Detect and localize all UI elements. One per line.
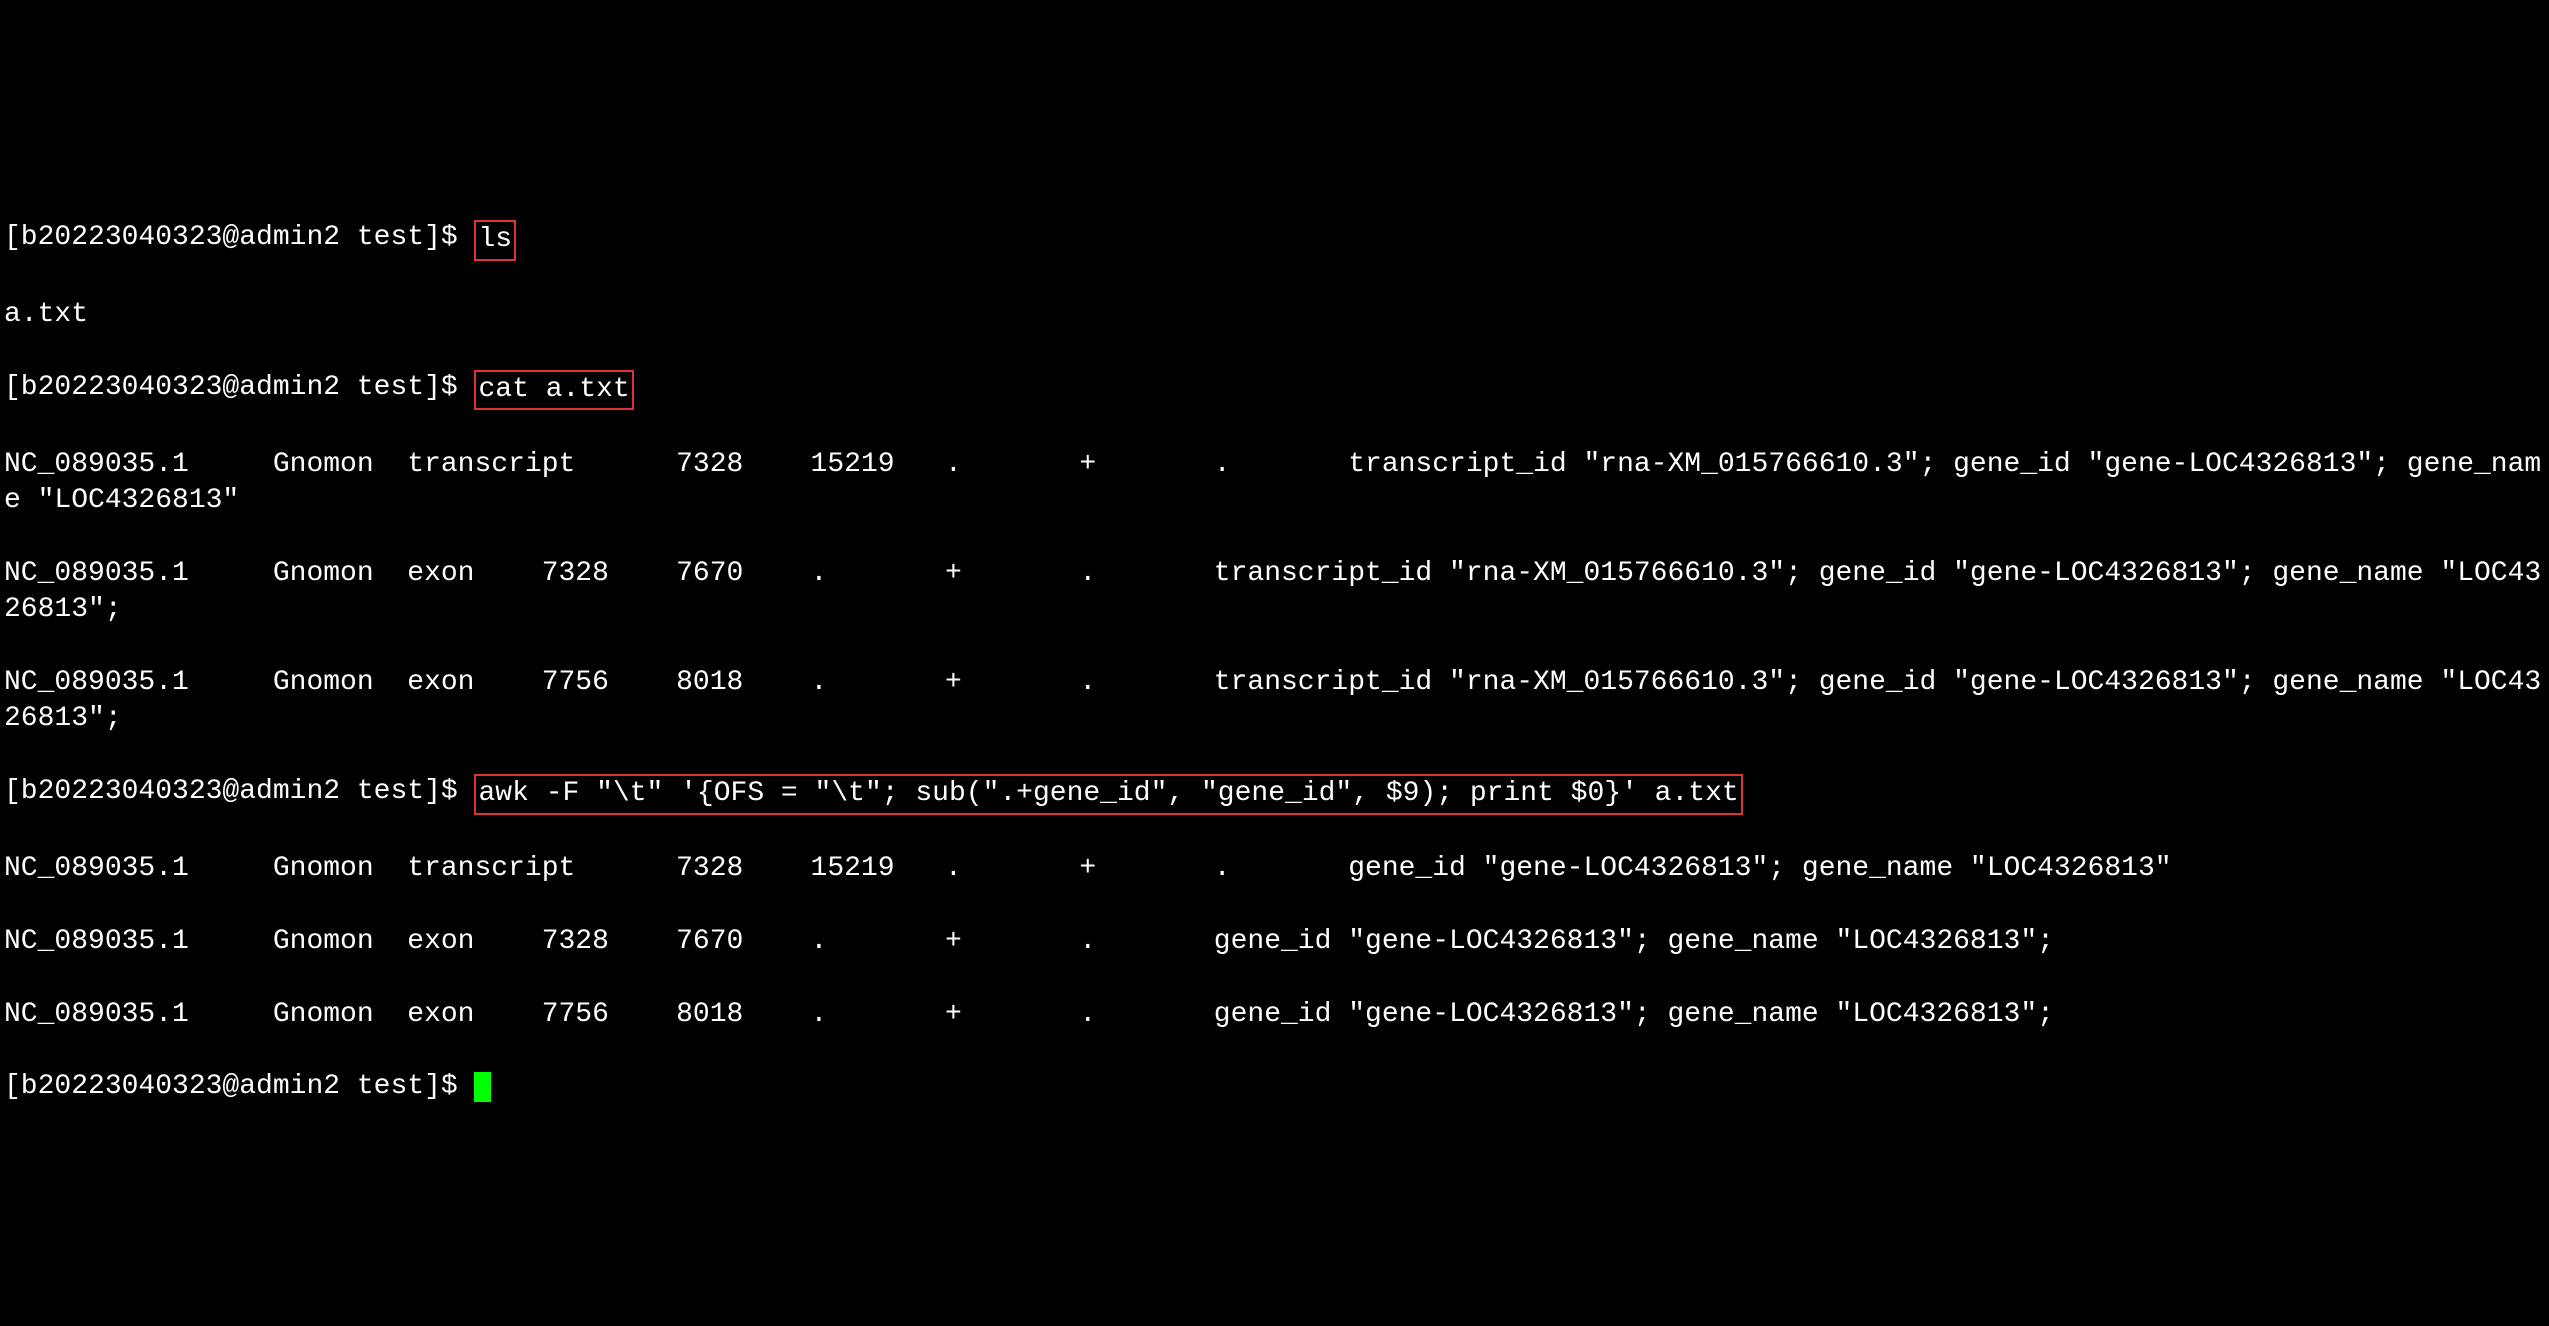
prompt: [b20223040323@admin2 test]$: [4, 1071, 474, 1102]
prompt-line-1: [b20223040323@admin2 test]$ ls: [4, 220, 2545, 260]
awk-output-line-2: NC_089035.1 Gnomon exon 7328 7670 . + . …: [4, 924, 2545, 960]
awk-output-line-3: NC_089035.1 Gnomon exon 7756 8018 . + . …: [4, 997, 2545, 1033]
awk-output-line-1: NC_089035.1 Gnomon transcript 7328 15219…: [4, 851, 2545, 887]
command-awk: awk -F "\t" '{OFS = "\t"; sub(".+gene_id…: [474, 774, 1742, 814]
cat-output-line-3: NC_089035.1 Gnomon exon 7756 8018 . + . …: [4, 665, 2545, 738]
cat-output-line-1: NC_089035.1 Gnomon transcript 7328 15219…: [4, 447, 2545, 520]
ls-output: a.txt: [4, 297, 2545, 333]
prompt: [b20223040323@admin2 test]$: [4, 776, 474, 807]
prompt: [b20223040323@admin2 test]$: [4, 222, 474, 253]
prompt-line-3: [b20223040323@admin2 test]$ awk -F "\t" …: [4, 774, 2545, 814]
cursor: [474, 1072, 491, 1103]
prompt-line-2: [b20223040323@admin2 test]$ cat a.txt: [4, 370, 2545, 410]
prompt: [b20223040323@admin2 test]$: [4, 372, 474, 403]
command-ls: ls: [474, 220, 516, 260]
prompt-line-4[interactable]: [b20223040323@admin2 test]$: [4, 1069, 2545, 1105]
terminal[interactable]: [b20223040323@admin2 test]$ ls a.txt [b2…: [0, 182, 2549, 1144]
command-cat: cat a.txt: [474, 370, 633, 410]
cat-output-line-2: NC_089035.1 Gnomon exon 7328 7670 . + . …: [4, 556, 2545, 629]
